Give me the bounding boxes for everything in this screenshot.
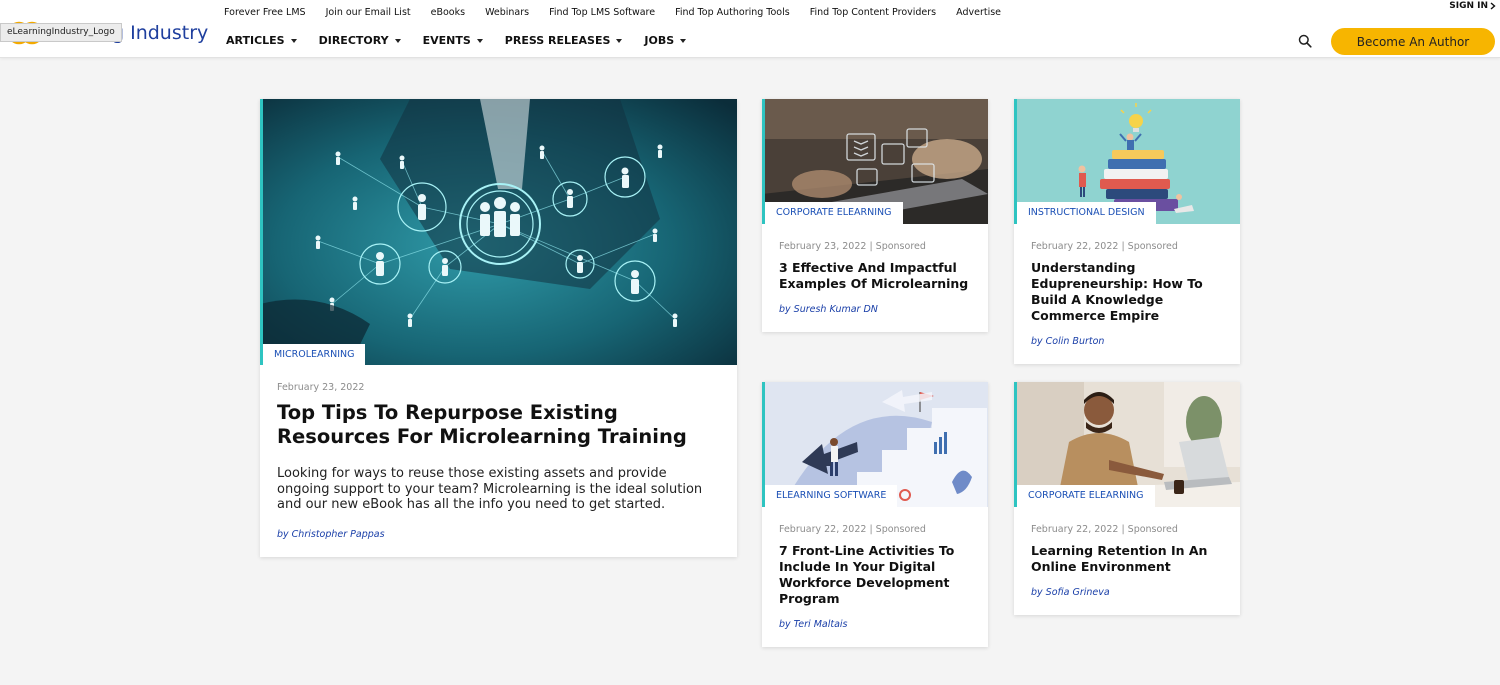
top-link-content-providers[interactable]: Find Top Content Providers (810, 7, 936, 18)
sign-in-label: SIGN IN (1449, 1, 1488, 11)
top-link-advertise[interactable]: Advertise (956, 7, 1001, 18)
featured-date: February 23, 2022 (277, 382, 365, 393)
featured-author[interactable]: by Christopher Pappas (277, 529, 385, 540)
article-meta: February 22, 2022 | Sponsored (1031, 241, 1178, 252)
featured-article-image[interactable] (260, 99, 737, 365)
main-nav: ARTICLES DIRECTORY EVENTS PRESS RELEASES… (226, 34, 708, 47)
nav-events[interactable]: EVENTS (423, 34, 483, 47)
search-icon[interactable] (1298, 34, 1312, 48)
article-card[interactable]: CORPORATE ELEARNING February 22, 2022 | … (1014, 382, 1240, 615)
article-meta: February 22, 2022 | Sponsored (779, 524, 926, 535)
top-link-ebooks[interactable]: eBooks (431, 7, 465, 18)
caret-down-icon (290, 38, 297, 43)
network-people-illustration (260, 99, 737, 365)
nav-jobs[interactable]: JOBS (644, 34, 687, 47)
featured-article-card[interactable]: MICROLEARNING February 23, 2022 Top Tips… (260, 99, 737, 557)
top-link-free-lms[interactable]: Forever Free LMS (224, 7, 306, 18)
top-link-webinars[interactable]: Webinars (485, 7, 529, 18)
caret-down-icon (394, 38, 401, 43)
featured-category-tag[interactable]: MICROLEARNING (263, 344, 366, 366)
sign-in-link[interactable]: SIGN IN (1449, 1, 1496, 11)
nav-articles[interactable]: ARTICLES (226, 34, 297, 47)
article-card[interactable]: CORPORATE ELEARNING February 23, 2022 | … (762, 99, 988, 332)
nav-directory[interactable]: DIRECTORY (319, 34, 401, 47)
article-title[interactable]: Understanding Edupreneurship: How To Bui… (1031, 260, 1226, 324)
article-card[interactable]: ELEARNING SOFTWARE February 22, 2022 | S… (762, 382, 988, 647)
article-meta: February 23, 2022 | Sponsored (779, 241, 926, 252)
caret-down-icon (616, 38, 623, 43)
article-meta: February 22, 2022 | Sponsored (1031, 524, 1178, 535)
article-author[interactable]: by Teri Maltais (779, 619, 848, 630)
article-category-tag[interactable]: CORPORATE ELEARNING (765, 202, 903, 224)
featured-title[interactable]: Top Tips To Repurpose Existing Resources… (277, 401, 722, 449)
logo-text: g Industry (112, 22, 209, 44)
site-logo[interactable]: g Industry eLearningIndustry_Logo (0, 8, 210, 48)
nav-press-releases[interactable]: PRESS RELEASES (505, 34, 623, 47)
caret-down-icon (680, 38, 687, 43)
article-author[interactable]: by Sofia Grineva (1031, 587, 1110, 598)
top-links: Forever Free LMS Join our Email List eBo… (224, 7, 1021, 18)
caret-down-icon (476, 38, 483, 43)
logo-tooltip: eLearningIndustry_Logo (0, 23, 122, 42)
article-author[interactable]: by Colin Burton (1031, 336, 1104, 347)
article-title[interactable]: 3 Effective And Impactful Examples Of Mi… (779, 260, 974, 292)
article-category-tag[interactable]: CORPORATE ELEARNING (1017, 485, 1155, 507)
article-category-tag[interactable]: INSTRUCTIONAL DESIGN (1017, 202, 1156, 224)
article-category-tag[interactable]: ELEARNING SOFTWARE (765, 485, 898, 507)
top-link-authoring-tools[interactable]: Find Top Authoring Tools (675, 7, 790, 18)
featured-excerpt: Looking for ways to reuse those existing… (277, 466, 703, 512)
become-author-button[interactable]: Become An Author (1331, 28, 1495, 55)
chevron-right-icon (1490, 2, 1496, 10)
article-author[interactable]: by Suresh Kumar DN (779, 304, 878, 315)
top-link-email-list[interactable]: Join our Email List (326, 7, 411, 18)
article-title[interactable]: 7 Front-Line Activities To Include In Yo… (779, 543, 974, 607)
article-card[interactable]: INSTRUCTIONAL DESIGN February 22, 2022 |… (1014, 99, 1240, 364)
top-link-lms-software[interactable]: Find Top LMS Software (549, 7, 655, 18)
site-header: g Industry eLearningIndustry_Logo Foreve… (0, 0, 1500, 58)
article-title[interactable]: Learning Retention In An Online Environm… (1031, 543, 1226, 575)
